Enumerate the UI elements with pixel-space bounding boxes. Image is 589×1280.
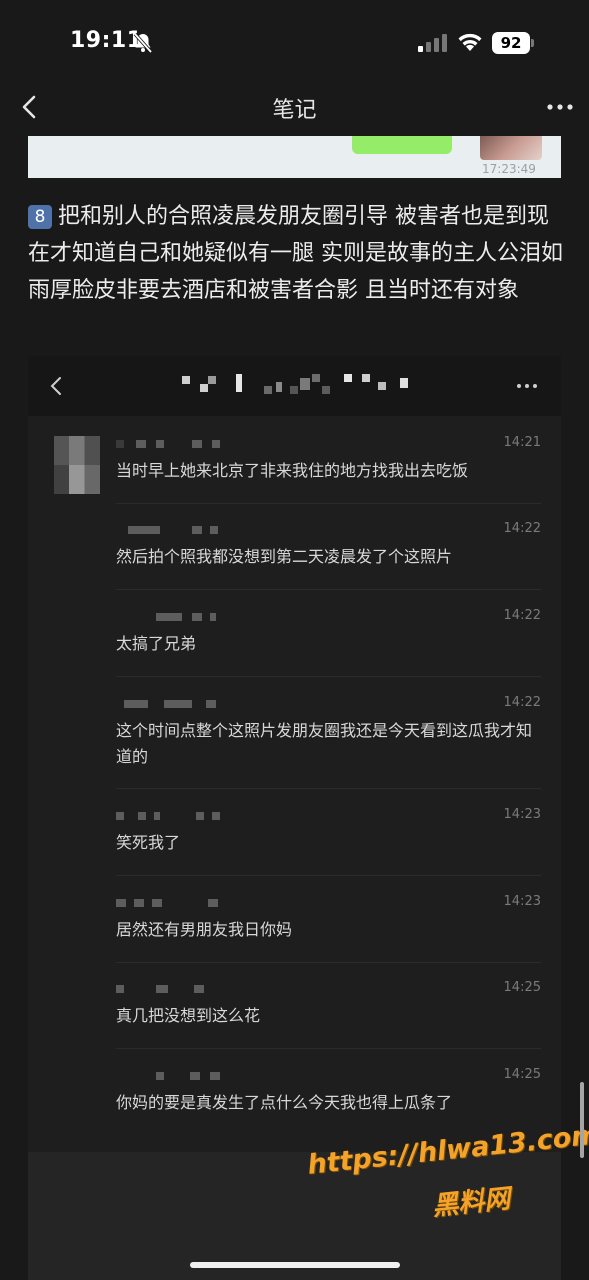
chat-message: 14:21 当时早上她来北京了非来我住的地方找我出去吃饭 bbox=[116, 435, 541, 498]
status-bar: 19:11 92 bbox=[0, 0, 589, 84]
message-time: 14:23 bbox=[503, 894, 541, 909]
battery-level: 92 bbox=[492, 32, 530, 54]
bell-slash-icon bbox=[133, 32, 153, 54]
sender-name-blurred bbox=[116, 983, 236, 995]
message-text: 你妈的要是真发生了点什么今天我也得上瓜条了 bbox=[116, 1093, 453, 1112]
message-text: 然后拍个照我都没想到第二天凌晨发了个这照片 bbox=[116, 547, 453, 566]
message-time: 14:22 bbox=[503, 521, 541, 536]
message-time: 14:22 bbox=[503, 608, 541, 623]
number-badge: 8 bbox=[28, 205, 52, 229]
chat-message: 14:23 居然还有男朋友我日你妈 bbox=[116, 894, 541, 957]
message-time: 14:25 bbox=[503, 1067, 541, 1082]
chat-message: 14:23 笑死我了 bbox=[116, 807, 541, 870]
chat-message: 14:22 这个时间点整个这照片发朋友圈我还是今天看到这瓜我才知道的 bbox=[116, 695, 541, 782]
sender-name-blurred bbox=[116, 810, 236, 822]
note-paragraph: 8 把和别人的合照凌晨发朋友圈引导 被害者也是到现在才知道自己和她疑似有一腿 实则… bbox=[28, 198, 563, 309]
message-text: 居然还有男朋友我日你妈 bbox=[116, 920, 293, 939]
sender-name-blurred bbox=[116, 611, 236, 623]
message-time: 14:22 bbox=[503, 695, 541, 710]
chat-message: 14:22 然后拍个照我都没想到第二天凌晨发了个这照片 bbox=[116, 521, 541, 584]
home-indicator[interactable] bbox=[190, 1262, 400, 1268]
page-title: 笔记 bbox=[272, 98, 317, 123]
message-time: 14:25 bbox=[503, 980, 541, 995]
message-text: 笑死我了 bbox=[116, 833, 181, 852]
chat-message: 14:22 太搞了兄弟 bbox=[116, 608, 541, 671]
wifi-icon bbox=[458, 33, 482, 51]
scroll-indicator[interactable] bbox=[580, 1082, 584, 1158]
nav-bar: 笔记 bbox=[0, 84, 589, 130]
sender-name-blurred bbox=[116, 524, 236, 536]
sender-name-blurred bbox=[116, 1070, 236, 1082]
embedded-chat-header bbox=[28, 356, 561, 416]
chevron-left-icon bbox=[50, 377, 61, 395]
note-image-previous[interactable]: 17:23:49 bbox=[28, 136, 561, 178]
more-dots-icon bbox=[517, 384, 537, 388]
pixelated-chat-title bbox=[182, 374, 408, 394]
message-text: 当时早上她来北京了非来我住的地方找我出去吃饭 bbox=[116, 461, 469, 480]
message-time: 14:23 bbox=[503, 807, 541, 822]
sender-name-blurred bbox=[116, 897, 236, 909]
sender-name-blurred bbox=[116, 698, 236, 710]
message-text: 真几把没想到这么花 bbox=[116, 1006, 261, 1025]
message-text: 太搞了兄弟 bbox=[116, 634, 197, 653]
more-dots-icon[interactable] bbox=[546, 102, 574, 112]
note-paragraph-text: 把和别人的合照凌晨发朋友圈引导 被害者也是到现在才知道自己和她疑似有一腿 实则是… bbox=[28, 204, 563, 303]
sender-name-blurred bbox=[116, 438, 236, 450]
chat-message: 14:25 真几把没想到这么花 bbox=[116, 980, 541, 1043]
chat-message: 14:25 你妈的要是真发生了点什么今天我也得上瓜条了 bbox=[116, 1067, 541, 1130]
battery-icon: 92 bbox=[492, 32, 534, 54]
signal-icon bbox=[418, 34, 447, 52]
photo-thumbnail bbox=[480, 136, 542, 160]
message-time: 14:21 bbox=[503, 435, 541, 450]
avatar bbox=[54, 436, 100, 494]
green-chat-bubble bbox=[352, 136, 452, 154]
message-text: 这个时间点整个这照片发朋友圈我还是今天看到这瓜我才知道的 bbox=[116, 721, 533, 766]
image-timestamp: 17:23:49 bbox=[482, 162, 536, 176]
